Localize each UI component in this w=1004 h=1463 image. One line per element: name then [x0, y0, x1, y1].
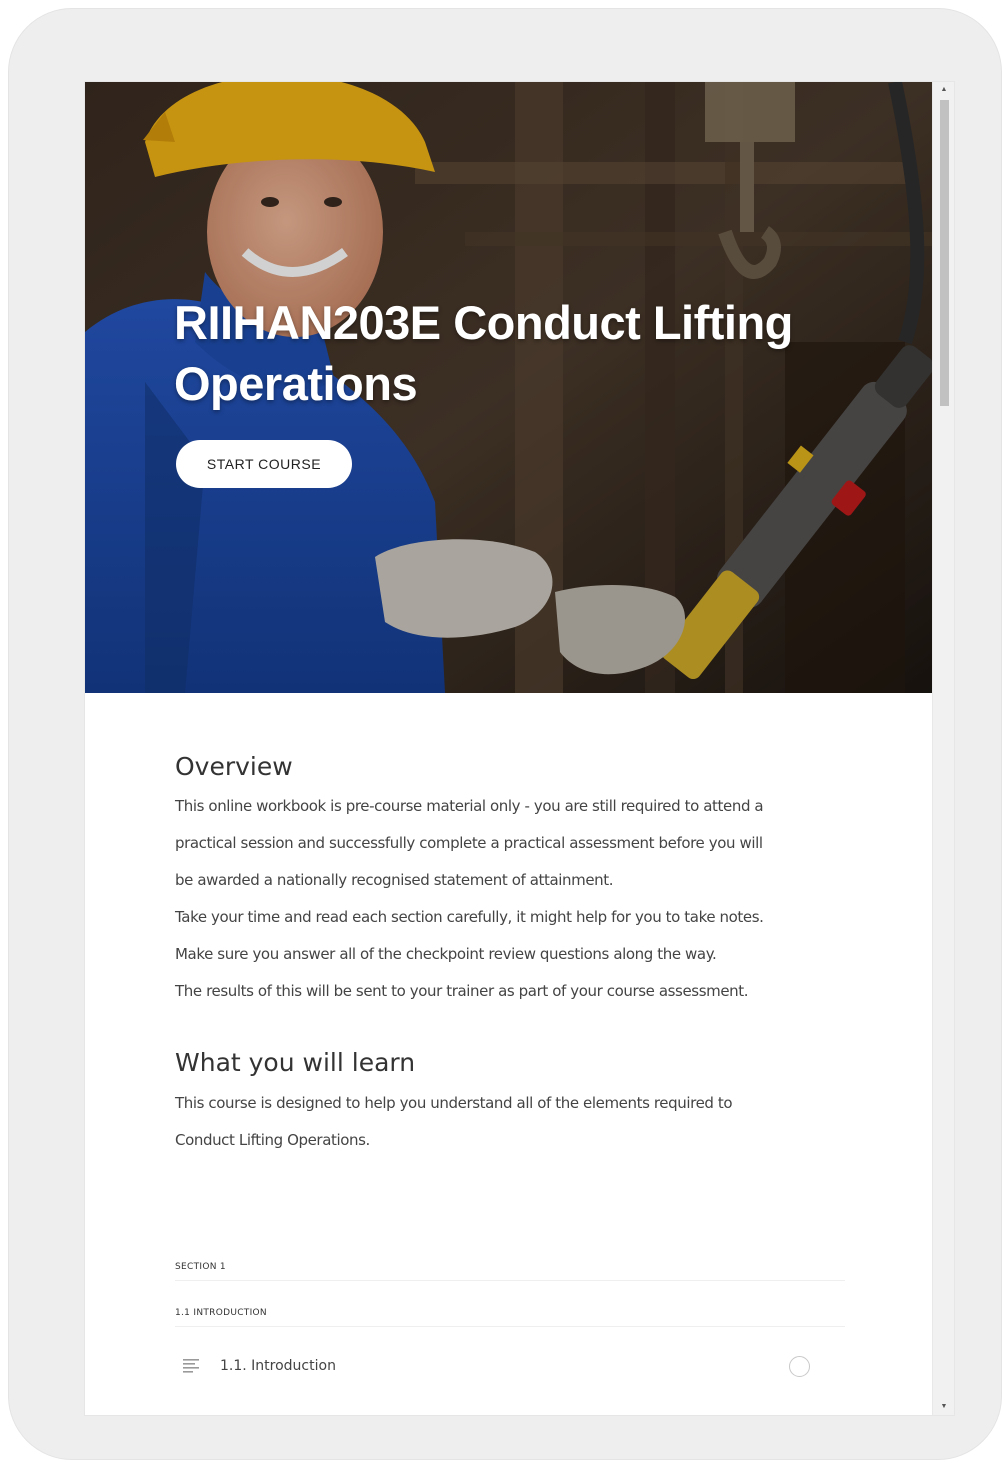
vertical-scrollbar[interactable]: ▲ ▼	[932, 82, 954, 1415]
overview-line: Make sure you answer all of the checkpoi…	[175, 945, 717, 963]
overview-heading: Overview	[175, 752, 293, 781]
incomplete-circle-icon	[789, 1356, 810, 1377]
arrow-up-icon[interactable]: ▲	[933, 82, 954, 98]
overview-line: be awarded a nationally recognised state…	[175, 871, 614, 889]
subsection-label: 1.1 INTRODUCTION	[175, 1308, 267, 1318]
course-hero-banner: RIIHAN203E Conduct Lifting Operations ST…	[85, 82, 932, 693]
arrow-down-icon[interactable]: ▼	[933, 1399, 954, 1415]
overview-line: practical session and successfully compl…	[175, 834, 763, 852]
course-title: RIIHAN203E Conduct Lifting Operations	[174, 292, 874, 414]
scrollbar-thumb[interactable]	[940, 100, 949, 406]
overview-line: The results of this will be sent to your…	[175, 982, 749, 1000]
overview-text: This online workbook is pre-course mater…	[175, 788, 855, 1010]
lesson-row-introduction[interactable]: 1.1. Introduction	[175, 1347, 825, 1387]
lesson-title: 1.1. Introduction	[220, 1358, 336, 1374]
section-label: SECTION 1	[175, 1262, 226, 1272]
learn-line: This course is designed to help you unde…	[175, 1094, 733, 1112]
learn-line: Conduct Lifting Operations.	[175, 1131, 370, 1149]
what-you-will-learn-text: This course is designed to help you unde…	[175, 1085, 855, 1159]
overview-line: This online workbook is pre-course mater…	[175, 797, 764, 815]
course-title-line1: RIIHAN203E Conduct Lifting	[174, 296, 793, 349]
course-title-line2: Operations	[174, 357, 418, 410]
tablet-screen: RIIHAN203E Conduct Lifting Operations ST…	[85, 82, 954, 1415]
text-lines-icon	[183, 1359, 199, 1373]
start-course-button[interactable]: START COURSE	[176, 440, 352, 488]
tablet-frame: RIIHAN203E Conduct Lifting Operations ST…	[8, 8, 1002, 1460]
divider	[175, 1280, 845, 1281]
divider	[175, 1326, 845, 1327]
what-you-will-learn-heading: What you will learn	[175, 1048, 416, 1077]
overview-line: Take your time and read each section car…	[175, 908, 764, 926]
